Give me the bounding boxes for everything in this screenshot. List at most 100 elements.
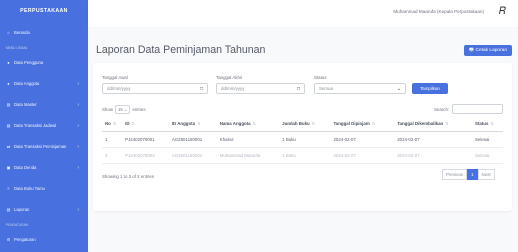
sidebar-item[interactable]: ▣ Data Denda › [0, 157, 88, 178]
brand-logo[interactable]: PERPUSTAKAAN [0, 0, 88, 22]
table-cell: 1 Buku [279, 131, 331, 148]
sort-icon[interactable]: ⇅ [490, 122, 493, 126]
sidebar-item-label: Data Master [14, 102, 37, 107]
sidebar-item[interactable]: ⚙ Pengaturan [0, 229, 88, 250]
sort-icon[interactable]: ⇅ [445, 122, 448, 126]
home-icon: ⌂ [7, 30, 10, 35]
sidebar-item-label: Data Anggota [14, 81, 40, 86]
next-button[interactable]: Next [477, 169, 495, 180]
sidebar-item-label: Beranda [14, 30, 30, 35]
column-header-label: Status [474, 120, 489, 126]
chevron-right-icon: › [77, 206, 79, 213]
table-cell: PJ2402070002 [122, 147, 169, 164]
user-name[interactable]: Muhammad Maarufa (Kepala Perpustakaan) [393, 9, 484, 14]
table-cell: PJ2402070001 [122, 131, 169, 148]
start-date-label: Tanggal Awal [102, 75, 128, 80]
sort-icon[interactable]: ⇅ [197, 122, 200, 126]
main-content: Laporan Data Peminjaman Tahunan 🖶 Cetak … [88, 27, 518, 252]
status-value: Semua [319, 86, 333, 91]
user-icon[interactable]: 𝑅 [499, 6, 506, 17]
sidebar-item-label: Data Denda [14, 165, 37, 170]
sort-icon[interactable]: ⇅ [113, 122, 116, 126]
sidebar-item-label: Data Transaksi Peminjaman [14, 144, 67, 149]
sidebar-item[interactable]: ▤ Laporan › [0, 199, 88, 220]
table-cell: Khairul [216, 131, 280, 148]
gear-icon: ⚙ [6, 237, 11, 242]
users-icon: ● [7, 81, 10, 86]
chevron-right-icon: › [77, 164, 79, 171]
database-icon: ▤ [6, 123, 11, 128]
column-header[interactable]: ID Anggota ⇅ [168, 116, 217, 132]
page-size-control: Show 15 ⌄ entries [102, 105, 146, 114]
sidebar-item[interactable]: ● Data Pengguna [0, 52, 88, 73]
column-header-label: Tanggal Dipinjam [333, 120, 370, 126]
calendar-icon[interactable]: □ [200, 86, 203, 92]
sidebar-item[interactable]: ● Data Anggota › [0, 73, 88, 94]
table-cell: 2 [102, 147, 123, 164]
sort-icon[interactable]: ⇅ [253, 122, 256, 126]
table-row[interactable]: 1 PJ2402070001 AG2501160001 Khairul 1 Buku 20… [102, 131, 503, 148]
list-icon: ≡ [7, 186, 10, 191]
page-title: Laporan Data Peminjaman Tahunan [96, 44, 266, 56]
table-cell: 1 [102, 131, 123, 148]
table-cell: AG2501160001 [168, 147, 217, 164]
print-report-button[interactable]: 🖶 Cetak Laporan [464, 45, 512, 56]
calendar-icon[interactable]: □ [297, 86, 300, 92]
chevron-right-icon: › [77, 101, 79, 108]
user-icon: ● [7, 60, 10, 65]
table-cell: 2024-02-07 [330, 131, 395, 148]
column-header-label: Tanggal Dikembalikan [397, 120, 444, 126]
search-input[interactable] [452, 104, 503, 114]
table-cell: 2024-02-07 [394, 147, 472, 164]
sidebar-section-heading: MENU UTAMA [6, 45, 28, 50]
previous-button[interactable]: Previous [442, 169, 468, 180]
column-header[interactable]: No ⇅ [102, 116, 123, 132]
sidebar-item-label: Data Pengguna [14, 60, 44, 65]
sidebar-item[interactable]: ⌂ Beranda [0, 22, 88, 43]
start-date-placeholder: dd/mm/yyyy [107, 86, 131, 91]
page-size-select[interactable]: 15 ⌄ [114, 105, 131, 114]
column-header-label: Jumlah Buku [282, 120, 310, 126]
table-cell: Muhammad Maarufa [216, 147, 280, 164]
start-date-input[interactable]: dd/mm/yyyy □ [102, 83, 208, 94]
sidebar-item[interactable]: ▤ Data Master › [0, 94, 88, 115]
table-cell: Selesai [471, 147, 503, 164]
table-cell: 2024-02-07 [394, 131, 472, 148]
column-header-label: No [105, 120, 111, 126]
table-cell: 2024-02-07 [330, 147, 395, 164]
column-header[interactable]: Nama Anggota ⇅ [216, 116, 280, 132]
sidebar-item[interactable]: ≡ Data Buku Tamu [0, 178, 88, 199]
column-header[interactable]: Jumlah Buku ⇅ [279, 116, 331, 132]
sort-icon[interactable]: ⇅ [132, 122, 135, 126]
end-date-placeholder: dd/mm/yyyy [221, 86, 245, 91]
chevron-down-icon: ⌄ [396, 85, 401, 92]
report-table: No ⇅ ID ⇅ ID Anggota ⇅ Nama Anggota ⇅ Jumlah Buk… [102, 116, 503, 164]
page-size-value: 15 [117, 107, 123, 112]
column-header[interactable]: Tanggal Dipinjam ⇅ [330, 116, 395, 132]
sidebar-item[interactable]: ▤ Data Transaksi Jadwal › [0, 115, 88, 136]
table-cell: Selesai [471, 131, 503, 148]
report-card: Tanggal Awal dd/mm/yyyy □ Tanggal Akhir … [93, 63, 512, 211]
sidebar-item[interactable]: ⇄ Data Transaksi Peminjaman › [0, 136, 88, 157]
chevron-right-icon: › [77, 80, 79, 87]
column-header[interactable]: ID ⇅ [122, 116, 169, 132]
search-label: Search: [434, 107, 450, 112]
sort-icon[interactable]: ⇅ [312, 122, 315, 126]
column-header[interactable]: Status ⇅ [471, 116, 503, 132]
page-1-button[interactable]: 1 [467, 169, 478, 180]
sidebar-item-label: Laporan [14, 207, 30, 212]
status-select[interactable]: Semua ⌄ [314, 83, 406, 94]
column-header-label: ID [125, 120, 130, 126]
end-date-input[interactable]: dd/mm/yyyy □ [216, 83, 305, 94]
show-button[interactable]: Tampilkan [412, 83, 448, 94]
column-header-label: ID Anggota [171, 120, 196, 126]
sort-icon[interactable]: ⇅ [372, 122, 375, 126]
column-header-label: Nama Anggota [219, 120, 251, 126]
column-header[interactable]: Tanggal Dikembalikan ⇅ [394, 116, 472, 132]
show-label: Show [102, 107, 113, 112]
print-button-label: Cetak Laporan [475, 48, 507, 53]
sidebar-item-label: Data Transaksi Jadwal [14, 123, 57, 128]
sidebar-item-label: Data Buku Tamu [14, 186, 45, 191]
table-row[interactable]: 2 PJ2402070002 AG2501160001 Muhammad Maaruf… [102, 147, 503, 164]
chevron-right-icon: › [77, 122, 79, 129]
